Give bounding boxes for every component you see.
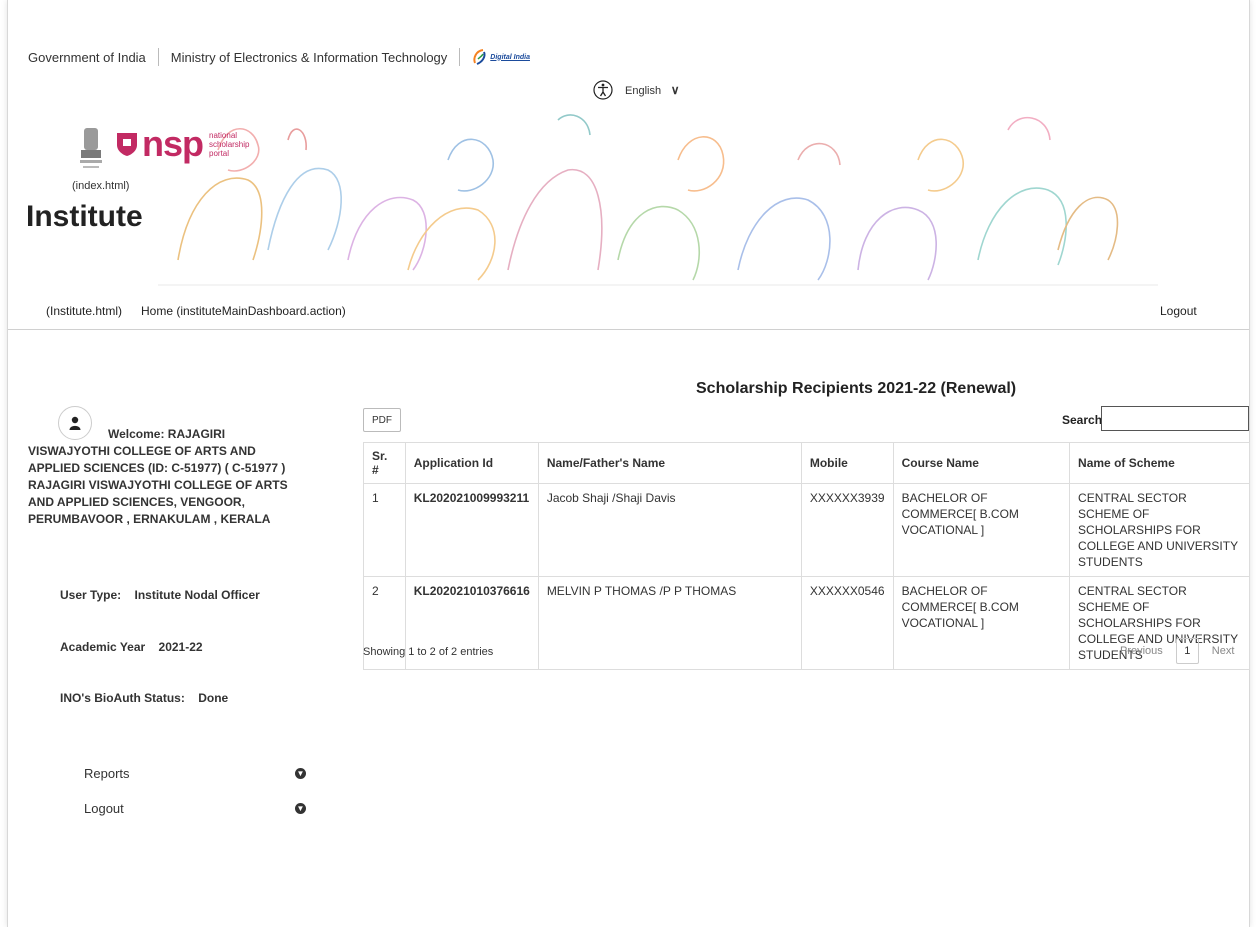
entries-info: Showing 1 to 2 of 2 entries <box>363 646 494 658</box>
table-cell: KL202021009993211 <box>404 483 539 577</box>
bioauth-status: INO's BioAuth Status: Done <box>60 691 228 705</box>
table-row: 2 KL202021010376616 MELVIN P THOMAS /P P… <box>363 576 1250 670</box>
expand-circle-icon: ▼ <box>295 768 306 779</box>
nsp-sub-line1: national <box>209 130 238 140</box>
table-cell: 1 <box>363 483 406 577</box>
column-header[interactable]: Sr. # <box>363 442 406 484</box>
recipients-table: Sr. # Application Id Name/Father's Name … <box>363 442 1250 670</box>
nsp-sub-line3: portal <box>209 148 230 158</box>
page-frame: Government of India Ministry of Electron… <box>7 0 1250 927</box>
column-header[interactable]: Course Name <box>892 442 1071 484</box>
column-header[interactable]: Name/Father's Name <box>537 442 802 484</box>
sidebar-item-logout[interactable]: Logout ▼ <box>84 801 306 816</box>
academic-year-value: 2021-22 <box>158 640 203 654</box>
sidebar-item-label: Logout <box>84 801 124 816</box>
previous-button[interactable]: Previous <box>1120 645 1163 657</box>
nsp-subtitle: national scholarship portal <box>209 131 249 158</box>
pagination: Previous 1 Next <box>1120 638 1234 664</box>
digital-india-text: Digital India <box>490 53 530 61</box>
page-button[interactable]: 1 <box>1175 638 1199 664</box>
table-cell: BACHELOR OF COMMERCE[ B.COM VOCATIONAL ] <box>892 483 1071 577</box>
table-cell: XXXXXX3939 <box>800 483 894 577</box>
ministry-label: Ministry of Electronics & Information Te… <box>170 49 448 65</box>
nsp-shield-icon <box>117 133 137 156</box>
banner-illustration <box>158 114 1158 286</box>
nsp-logo[interactable]: nsp national scholarship portal <box>116 126 249 162</box>
top-nav: (Institute.html) Home (instituteMainDash… <box>8 300 1249 330</box>
user-type: User Type: Institute Nodal Officer <box>60 588 260 602</box>
gov-of-india-label: Government of India <box>28 49 146 65</box>
page-title: Institute <box>26 200 143 233</box>
language-bar: English ∨ <box>593 80 680 100</box>
table-title: Scholarship Recipients 2021-22 (Renewal) <box>696 380 1017 397</box>
digital-india-logo[interactable]: Digital India <box>472 48 530 66</box>
bioauth-value: Done <box>198 691 229 705</box>
search-label: Search: <box>1062 413 1107 427</box>
sidebar-item-label: Reports <box>84 766 130 781</box>
institute-link[interactable]: (Institute.html) <box>46 304 122 318</box>
divider <box>459 48 461 66</box>
table-cell: CENTRAL SECTOR SCHEME OF SCHOLARSHIPS FO… <box>1069 483 1250 577</box>
nsp-sub-line2: scholarship <box>209 139 250 149</box>
sidebar-item-reports[interactable]: Reports ▼ <box>84 766 306 781</box>
column-header[interactable]: Name of Scheme <box>1069 442 1250 484</box>
user-type-value: Institute Nodal Officer <box>134 588 260 602</box>
bioauth-label: INO's BioAuth Status: <box>60 691 185 705</box>
table-cell: Jacob Shaji /Shaji Davis <box>537 483 802 577</box>
language-select[interactable]: English ∨ <box>625 83 680 97</box>
language-value: English <box>625 85 662 97</box>
welcome-text: Welcome: RAJAGIRI VISWAJYOTHI COLLEGE OF… <box>28 427 288 526</box>
index-link[interactable]: (index.html) <box>72 180 129 192</box>
table-cell: MELVIN P THOMAS /P P THOMAS <box>537 576 802 670</box>
nsp-wordmark: nsp <box>142 123 204 164</box>
home-link[interactable]: Home (instituteMainDashboard.action) <box>141 304 346 318</box>
expand-circle-icon: ▼ <box>295 803 306 814</box>
next-button[interactable]: Next <box>1212 645 1235 657</box>
table-cell: XXXXXX0546 <box>800 576 894 670</box>
chevron-down-icon: ∨ <box>664 83 680 97</box>
digital-india-icon <box>473 49 486 65</box>
gov-bar: Government of India Ministry of Electron… <box>28 46 530 68</box>
divider <box>157 48 159 66</box>
accessibility-icon[interactable] <box>593 80 613 100</box>
table-header-row: Sr. # Application Id Name/Father's Name … <box>363 442 1250 484</box>
table-cell: BACHELOR OF COMMERCE[ B.COM VOCATIONAL ] <box>892 576 1071 670</box>
logout-link[interactable]: Logout <box>1160 304 1197 318</box>
pdf-button[interactable]: PDF <box>363 408 401 432</box>
search-input[interactable] <box>1101 406 1249 431</box>
national-emblem-icon <box>80 128 102 168</box>
table-row: 1 KL202021009993211 Jacob Shaji /Shaji D… <box>363 483 1250 577</box>
user-type-label: User Type: <box>60 588 122 602</box>
column-header[interactable]: Mobile <box>800 442 894 484</box>
academic-year-label: Academic Year <box>60 640 146 654</box>
column-header[interactable]: Application Id <box>404 442 539 484</box>
academic-year: Academic Year 2021-22 <box>60 640 203 654</box>
